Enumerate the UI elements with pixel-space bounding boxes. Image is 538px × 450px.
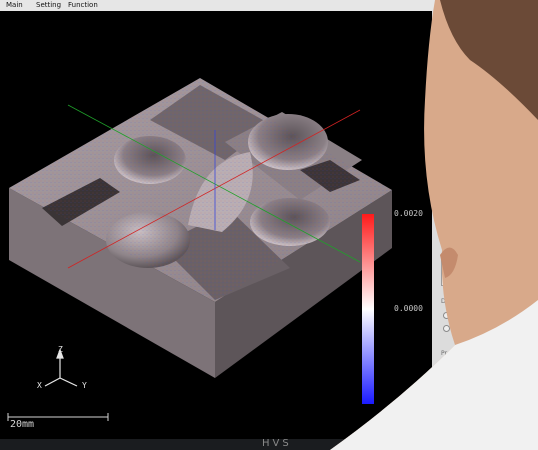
side-panel <box>432 11 538 450</box>
triad-z-label: Z <box>58 345 63 354</box>
menu-main[interactable]: Main <box>6 0 23 11</box>
triad-y-label: Y <box>82 381 87 390</box>
display-check-label: Di <box>452 362 459 369</box>
data-type-label: Data Type <box>441 298 472 305</box>
position-info-option-2: Position Information 1 (D <box>452 324 527 331</box>
monitor-brand-logo: HVS <box>262 438 292 449</box>
3d-viewport[interactable]: 0.0020 0.0000 -0.0 20mm Z X Y <box>0 11 432 439</box>
legend-mid-value: 0.0000 <box>394 304 423 313</box>
position-info-radio-1[interactable] <box>443 312 450 319</box>
display-checkbox[interactable] <box>443 363 450 370</box>
home-button[interactable]: Home <box>441 258 476 286</box>
scan-surface-render <box>7 78 392 421</box>
position-info-option-1: Position Information 1 (D <box>452 311 527 318</box>
precision-level-label: Precision Lev <box>441 350 481 357</box>
menu-function[interactable]: Function <box>68 0 98 11</box>
monitor-scene: Main Setting Function 0.0020 0.0000 -0.0… <box>0 0 538 450</box>
position-info-radio-2[interactable] <box>443 325 450 332</box>
triad-x-label: X <box>37 381 42 390</box>
legend-max-value: 0.0020 <box>394 209 423 218</box>
color-legend-bar <box>362 214 374 404</box>
menu-setting[interactable]: Setting <box>36 0 61 11</box>
legend-min-value: -0.0 <box>394 397 414 406</box>
axis-triad-icon <box>44 348 78 387</box>
scale-bar-label: 20mm <box>10 419 35 430</box>
